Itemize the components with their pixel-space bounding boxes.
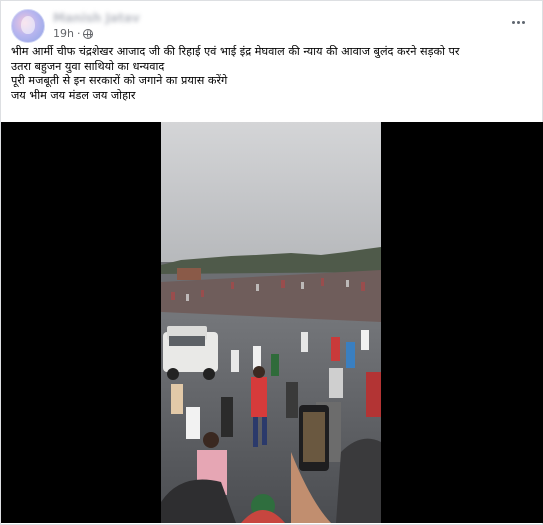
post-text-line: भीम आर्मी चीफ चंद्रशेखर आजाद जी की रिहाई…	[11, 45, 460, 58]
post-text-line: पूरी मजबूती से इन सरकारों को जगाने का प्…	[11, 74, 228, 87]
post-header: Manish Jatav 19h ·	[11, 9, 534, 43]
post-text-line: उतरा बहुजन युवा साथियो का धन्यवाद	[11, 59, 165, 73]
video-frame[interactable]	[161, 122, 381, 523]
crowd-protest-scene	[161, 122, 381, 523]
video-player[interactable]	[1, 122, 543, 523]
post-text: भीम आर्मी चीफ चंद्रशेखर आजाद जी की रिहाई…	[11, 45, 536, 103]
post-meta: 19h ·	[53, 27, 94, 40]
profile-avatar[interactable]	[11, 9, 45, 43]
post-time[interactable]: 19h	[53, 27, 74, 40]
facebook-post: Manish Jatav 19h · भीम आर्मी चीफ चंद्रशे…	[0, 0, 543, 525]
globe-icon[interactable]	[83, 28, 94, 39]
meta-separator: ·	[76, 27, 81, 40]
more-options-icon[interactable]	[508, 13, 528, 31]
white-suv	[163, 326, 218, 380]
post-text-line: जय भीम जय मंडल जय जोहार	[11, 88, 136, 102]
author-name[interactable]: Manish Jatav	[53, 11, 140, 25]
